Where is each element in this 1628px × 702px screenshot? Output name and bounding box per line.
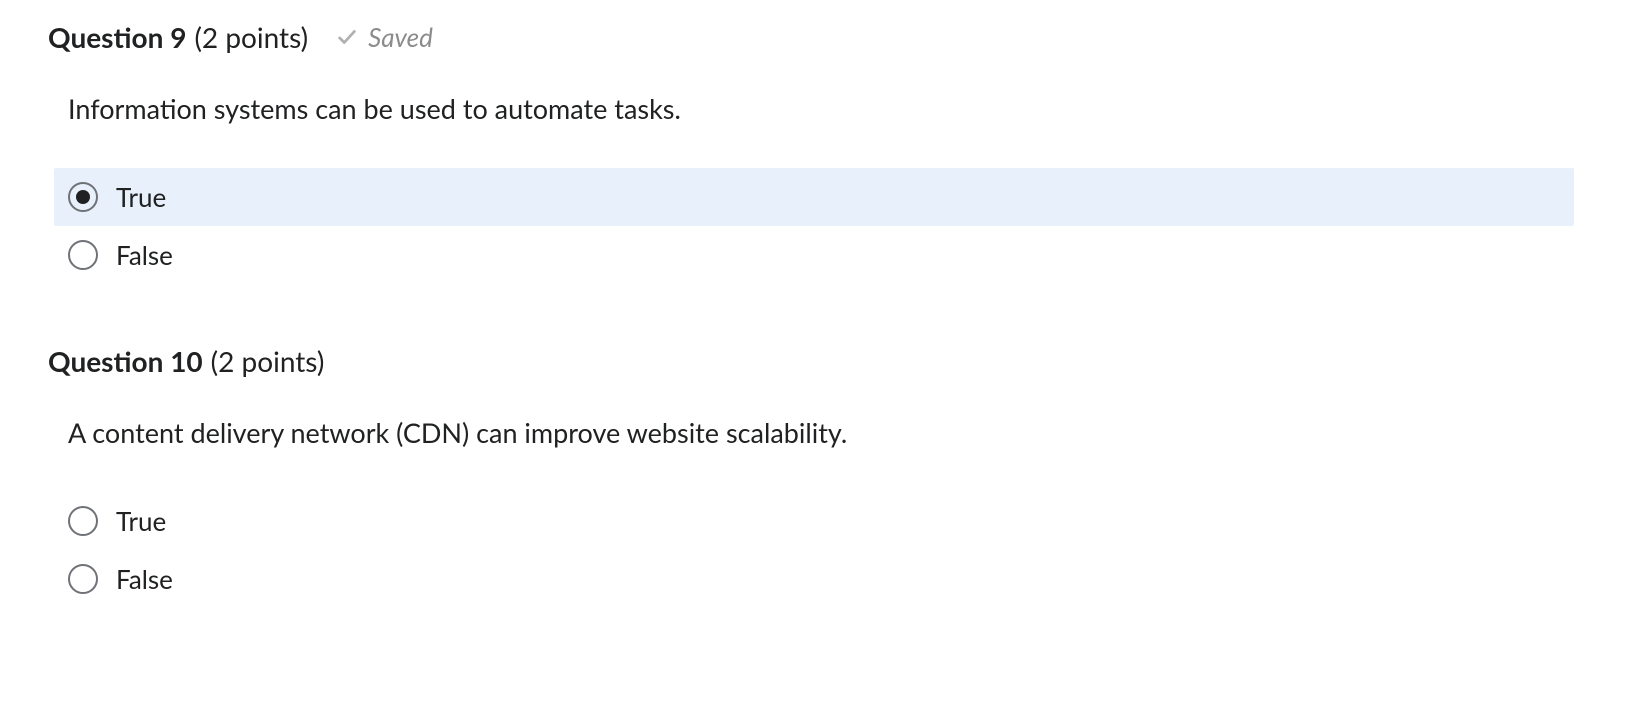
question-block-10: Question 10 (2 points) A content deliver… [0,344,1628,608]
option-false[interactable]: False [54,226,1574,284]
radio-icon [68,240,98,270]
options-list: True False [0,168,1628,284]
radio-icon [68,506,98,536]
radio-icon [68,564,98,594]
option-label: True [116,508,166,534]
checkmark-icon [336,26,358,48]
saved-label: Saved [368,21,433,53]
option-false[interactable]: False [54,550,1574,608]
option-label: True [116,184,166,210]
radio-icon [68,182,98,212]
saved-indicator: Saved [336,21,433,53]
question-points: (2 points) [211,344,325,378]
option-true[interactable]: True [54,492,1574,550]
option-label: False [116,566,173,592]
question-text: A content delivery network (CDN) can imp… [0,414,1628,452]
question-points: (2 points) [194,20,308,54]
option-true[interactable]: True [54,168,1574,226]
question-header: Question 10 (2 points) [0,344,1628,378]
option-label: False [116,242,173,268]
question-number: Question 9 [48,20,186,54]
options-list: True False [0,492,1628,608]
question-block-9: Question 9 (2 points) Saved Information … [0,20,1628,284]
question-text: Information systems can be used to autom… [0,90,1628,128]
question-number: Question 10 [48,344,203,378]
question-header: Question 9 (2 points) Saved [0,20,1628,54]
